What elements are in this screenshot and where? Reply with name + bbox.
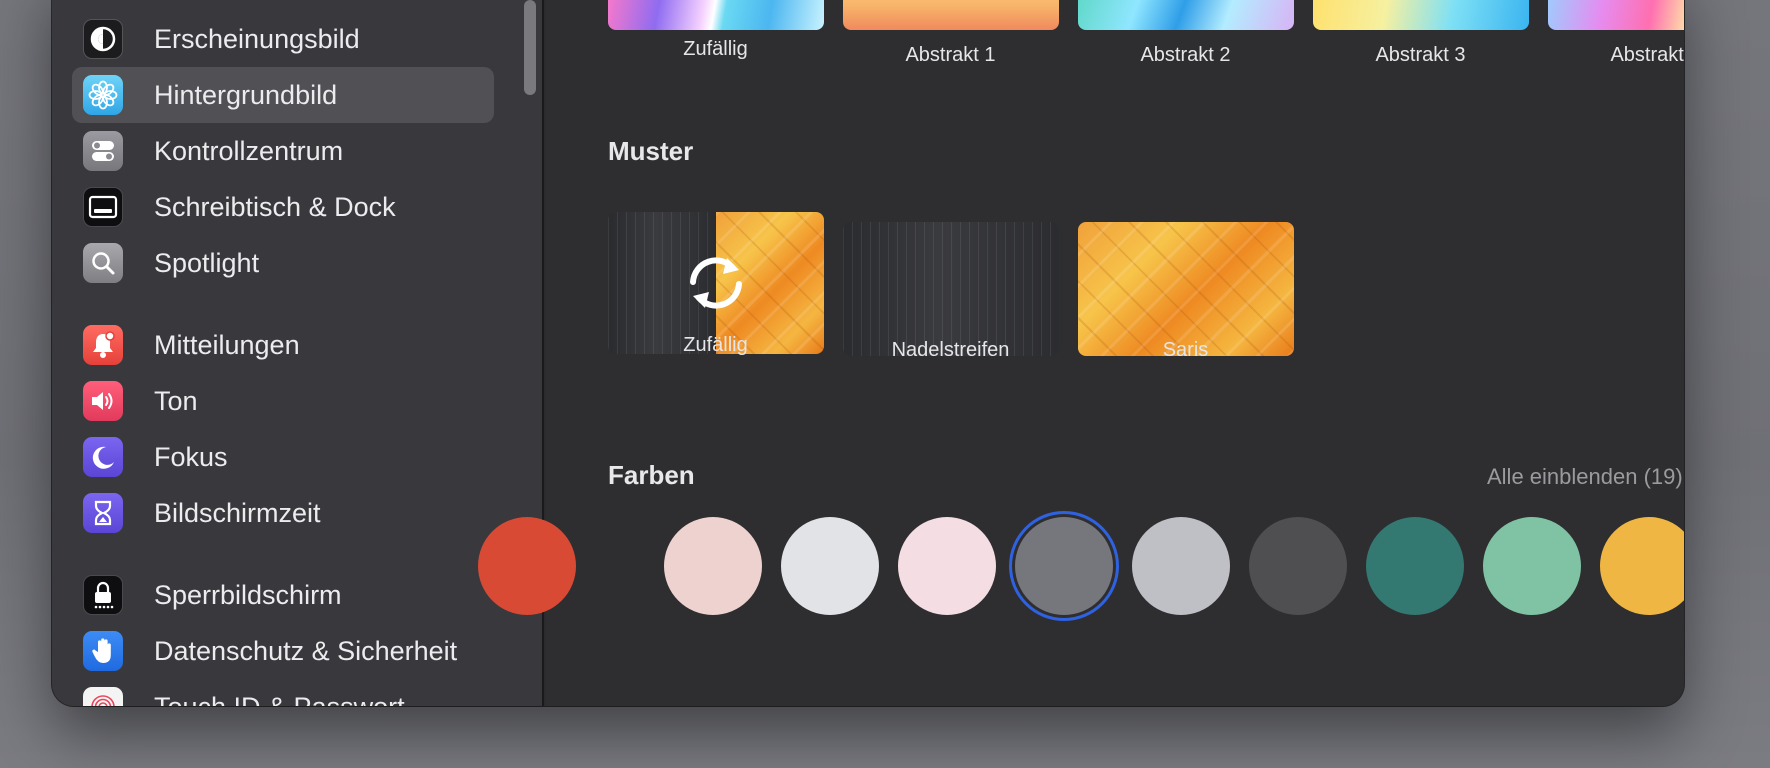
sidebar-item-sperrbildschirm[interactable]: Sperrbildschirm (72, 567, 494, 623)
sidebar-item-touch-id[interactable]: Touch ID & Passwort (72, 679, 494, 706)
wallpaper-label: Zufällig (683, 38, 748, 60)
hand-icon (83, 631, 123, 671)
sidebar-item-schreibtisch-dock[interactable]: Schreibtisch & Dock (72, 179, 494, 235)
sidebar-scrollbar[interactable] (524, 0, 536, 95)
sidebar-item-label: Mitteilungen (154, 330, 300, 360)
wallpaper-label: Nadelstreifen (891, 339, 1010, 361)
moon-icon (83, 437, 123, 477)
sidebar-item-label: Touch ID & Passwort (154, 679, 405, 706)
color-swatch[interactable] (1483, 517, 1581, 615)
wallpaper-thumb-zufaellig-dynamic[interactable] (608, 0, 824, 30)
color-swatch[interactable] (1132, 517, 1230, 615)
fingerprint-icon (83, 687, 123, 706)
sidebar-item-label: Spotlight (154, 248, 260, 278)
wallpaper-thumb-muster-zufaellig[interactable] (608, 212, 824, 354)
wallpaper-thumb-abstrakt-4[interactable] (1548, 0, 1684, 30)
wallpaper-thumb-saris[interactable] (1078, 222, 1294, 356)
sidebar: Erscheinungsbild Hintergrundbild Kontrol… (52, 0, 544, 706)
color-swatch[interactable] (478, 517, 576, 615)
sidebar-item-ton[interactable]: Ton (72, 373, 494, 429)
lock-icon (83, 575, 123, 615)
wallpaper-thumb-abstrakt-2[interactable] (1078, 0, 1294, 30)
wallpaper-thumb-abstrakt-1[interactable] (843, 0, 1059, 30)
sidebar-item-label: Sperrbildschirm (154, 580, 342, 610)
speaker-icon (83, 381, 123, 421)
appearance-icon (83, 19, 123, 59)
sidebar-item-fokus[interactable]: Fokus (72, 429, 494, 485)
color-swatch[interactable] (781, 517, 879, 615)
wallpaper-flower-icon (83, 75, 123, 115)
color-swatch[interactable] (1249, 517, 1347, 615)
notification-bell-icon (83, 325, 123, 365)
color-swatch[interactable] (1366, 517, 1464, 615)
color-swatch[interactable] (898, 517, 996, 615)
sidebar-item-label: Ton (154, 386, 198, 416)
sidebar-item-label: Fokus (154, 442, 228, 472)
wallpaper-label: Zufällig (683, 334, 748, 356)
color-swatch[interactable] (664, 517, 762, 615)
wallpaper-thumb-nadelstreifen[interactable] (843, 222, 1059, 356)
wallpaper-label: Abstrakt 3 (1375, 44, 1466, 66)
sidebar-item-bildschirmzeit[interactable]: Bildschirmzeit (72, 485, 494, 541)
show-all-colors-button[interactable]: Alle einblenden (19) (1487, 464, 1683, 490)
system-settings-window: Erscheinungsbild Hintergrundbild Kontrol… (52, 0, 1684, 706)
sidebar-item-label: Hintergrundbild (154, 80, 338, 110)
wallpaper-label: Abstrakt 2 (1140, 44, 1231, 66)
color-swatch[interactable] (1015, 517, 1113, 615)
hourglass-icon (83, 493, 123, 533)
wallpaper-content: Zufällig Abstrakt 1 Abstrakt 2 Abstrakt … (478, 0, 1684, 706)
wallpaper-label: Abstrakt 1 (905, 44, 996, 66)
sidebar-item-label: Schreibtisch & Dock (154, 192, 396, 222)
section-title-muster: Muster (608, 136, 694, 166)
sidebar-item-kontrollzentrum[interactable]: Kontrollzentrum (72, 123, 494, 179)
control-center-toggles-icon (83, 131, 123, 171)
sidebar-item-spotlight[interactable]: Spotlight (72, 235, 494, 291)
desktop-dock-icon (83, 187, 123, 227)
sidebar-item-label: Bildschirmzeit (154, 498, 321, 528)
sidebar-item-label: Datenschutz & Sicherheit (154, 636, 458, 666)
wallpaper-thumb-abstrakt-3[interactable] (1313, 0, 1529, 30)
sidebar-item-mitteilungen[interactable]: Mitteilungen (72, 317, 494, 373)
sidebar-item-datenschutz[interactable]: Datenschutz & Sicherheit (72, 623, 494, 679)
wallpaper-label: Abstrakt 4 (1610, 44, 1684, 66)
shuffle-icon (678, 250, 754, 316)
magnifier-icon (83, 243, 123, 283)
wallpaper-label: Saris (1162, 339, 1209, 361)
sidebar-item-hintergrundbild[interactable]: Hintergrundbild (72, 67, 494, 123)
sidebar-item-erscheinungsbild[interactable]: Erscheinungsbild (72, 11, 494, 67)
sidebar-item-label: Kontrollzentrum (154, 136, 344, 166)
color-swatch[interactable] (1600, 517, 1684, 615)
section-title-farben: Farben (608, 460, 695, 490)
sidebar-item-label: Erscheinungsbild (154, 24, 360, 54)
